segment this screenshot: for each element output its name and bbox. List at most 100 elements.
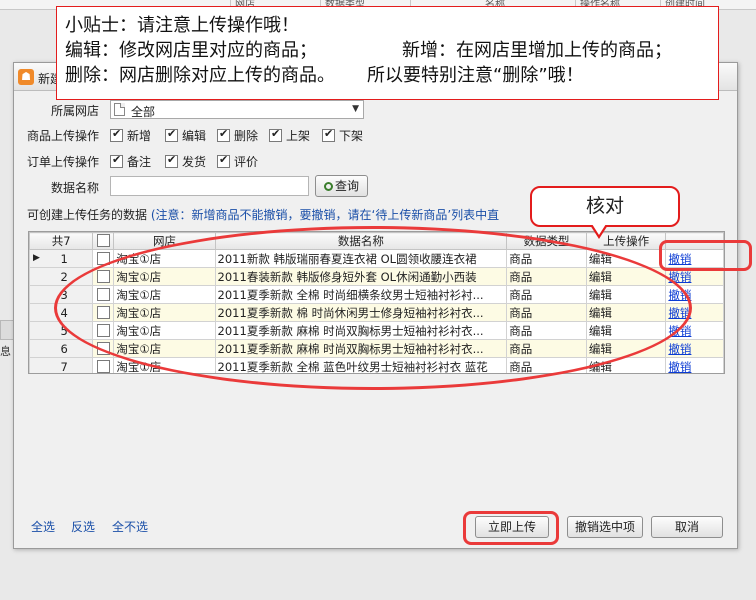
checkbox-icon: [217, 127, 230, 142]
cell-store: 淘宝①店: [113, 303, 216, 322]
cell-data-type: 商品: [506, 339, 587, 358]
cell-upload-op: 编辑: [585, 303, 667, 322]
header-store: 网店: [113, 232, 216, 250]
header-data-name: 数据名称: [214, 232, 508, 250]
row-pointer-icon: ▶: [33, 253, 40, 263]
search-icon: [323, 182, 333, 191]
table-row[interactable]: 5 淘宝①店 2011夏季新款 麻棉 时尚双胸标男士短袖衬衫衬衣... 商品 编…: [29, 321, 724, 340]
tip-line: 删除：网店删除对应上传的商品。: [65, 65, 335, 86]
table-row[interactable]: 4 淘宝①店 2011夏季新款 棉 时尚休闲男士修身短袖衬衫衬衣... 商品 编…: [29, 303, 724, 322]
store-label: 所属网店: [51, 104, 100, 118]
store-select[interactable]: 全部 ▼: [110, 100, 364, 119]
checkbox-icon: [269, 127, 282, 142]
revoke-link[interactable]: 撤销: [668, 342, 691, 356]
product-ops-label: 商品上传操作: [27, 129, 100, 143]
cell-data-name: 2011夏季新款 麻棉 时尚双胸标男士短袖衬衫衬衣...: [214, 339, 508, 358]
cell-store: 淘宝①店: [113, 321, 216, 340]
check-callout: 核对: [530, 186, 680, 227]
cell-data-name: 2011夏季新款 全棉 时尚细横条纹男士短袖衬衫衬...: [214, 285, 508, 304]
upload-now-button[interactable]: 立即上传: [475, 516, 549, 538]
cell-data-type: 商品: [506, 321, 587, 340]
row-checkbox[interactable]: [92, 321, 115, 340]
cell-action: 撤销: [665, 321, 724, 340]
header-data-type: 数据类型: [506, 232, 587, 250]
revoke-link[interactable]: 撤销: [668, 288, 691, 302]
cell-upload-op: 编辑: [585, 339, 667, 358]
cell-upload-op: 编辑: [585, 249, 667, 268]
checkbox-icon: [96, 269, 110, 283]
checkbox-ship[interactable]: 发货: [165, 153, 206, 170]
row-number: 7: [29, 357, 94, 373]
checkbox-delete[interactable]: 删除: [217, 127, 258, 144]
checkbox-icon: [96, 305, 110, 319]
tip-line: 新增：在网店里增加上传的商品；: [402, 40, 672, 61]
cell-store: 淘宝①店: [113, 339, 216, 358]
checkbox-icon: [217, 153, 230, 168]
select-none-link[interactable]: 全不选: [112, 518, 148, 535]
cancel-button[interactable]: 取消: [651, 516, 723, 538]
checkbox-delist[interactable]: 下架: [322, 127, 363, 144]
header-select-all[interactable]: [92, 232, 115, 250]
revoke-link[interactable]: 撤销: [668, 360, 691, 374]
revoke-link[interactable]: 撤销: [668, 306, 691, 320]
checkbox-list[interactable]: 上架: [269, 127, 310, 144]
revoke-link[interactable]: 撤销: [668, 324, 691, 338]
checkbox-icon: [165, 127, 178, 142]
tip-line: 编辑：修改网店里对应的商品；: [65, 40, 317, 61]
checkbox-add[interactable]: 新增: [110, 127, 151, 144]
upload-data-table: 共7 网店 数据名称 数据类型 上传操作 ▶ 1 淘宝①店 2011新款 韩版瑞丽…: [28, 231, 725, 374]
cancel-selected-button[interactable]: 撤销选中项: [567, 516, 643, 538]
row-number: 2: [29, 267, 94, 286]
name-label: 数据名称: [51, 181, 100, 195]
table-header-row: 共7 网店 数据名称 数据类型 上传操作: [29, 232, 724, 250]
checkbox-icon: [96, 359, 110, 373]
row-checkbox[interactable]: [92, 339, 115, 358]
checkbox-remark[interactable]: 备注: [110, 153, 151, 170]
cell-data-type: 商品: [506, 285, 587, 304]
checkbox-icon: [96, 341, 110, 355]
revoke-link[interactable]: 撤销: [668, 252, 691, 266]
tip-line: 小贴士：请注意上传操作哦！: [65, 15, 299, 36]
cell-store: 淘宝①店: [113, 249, 216, 268]
cell-action: 撤销: [665, 249, 724, 268]
cell-action: 撤销: [665, 303, 724, 322]
cell-store: 淘宝①店: [113, 357, 216, 373]
note-hint: (注意：新增商品不能撤销，要撤销，请在‘待上传新商品’列表中直: [150, 208, 500, 222]
checkbox-icon: [322, 127, 335, 142]
tip-line: 所以要特别注意“删除”哦！: [367, 65, 584, 86]
cell-data-name: 2011夏季新款 全棉 蓝色叶纹男士短袖衬衫衬衣 蓝花: [214, 357, 508, 373]
revoke-link[interactable]: 撤销: [668, 270, 691, 284]
table-row[interactable]: 7 淘宝①店 2011夏季新款 全棉 蓝色叶纹男士短袖衬衫衬衣 蓝花 商品 编辑…: [29, 357, 724, 374]
row-checkbox[interactable]: [92, 303, 115, 322]
cell-upload-op: 编辑: [585, 357, 667, 373]
cell-data-name: 2011新款 韩版瑞丽春夏连衣裙 OL圆领收腰连衣裙: [214, 249, 508, 268]
checkbox-edit[interactable]: 编辑: [165, 127, 206, 144]
checkbox-icon: [96, 287, 110, 301]
cell-data-name: 2011夏季新款 棉 时尚休闲男士修身短袖衬衫衬衣...: [214, 303, 508, 322]
cell-action: 撤销: [665, 267, 724, 286]
invert-selection-link[interactable]: 反选: [71, 518, 95, 535]
table-row[interactable]: 2 淘宝①店 2011春装新款 韩版修身短外套 OL休闲通勤小西装 商品 编辑 …: [29, 267, 724, 286]
table-row[interactable]: 6 淘宝①店 2011夏季新款 麻棉 时尚双胸标男士短袖衬衫衬衣... 商品 编…: [29, 339, 724, 358]
name-input[interactable]: [110, 176, 309, 196]
cell-data-type: 商品: [506, 357, 587, 373]
app-icon: ☗: [18, 69, 34, 85]
header-count: 共7: [29, 232, 94, 250]
row-checkbox[interactable]: [92, 267, 115, 286]
table-row[interactable]: 3 淘宝①店 2011夏季新款 全棉 时尚细横条纹男士短袖衬衫衬... 商品 编…: [29, 285, 724, 304]
select-all-link[interactable]: 全选: [31, 518, 55, 535]
cell-action: 撤销: [665, 339, 724, 358]
checkbox-review[interactable]: 评价: [217, 153, 258, 170]
checkbox-icon: [110, 153, 123, 168]
search-button[interactable]: 查询: [315, 175, 368, 197]
chevron-down-icon: ▼: [352, 104, 359, 114]
row-checkbox[interactable]: [92, 357, 115, 373]
cell-data-type: 商品: [506, 303, 587, 322]
row-checkbox[interactable]: [92, 285, 115, 304]
cell-data-type: 商品: [506, 267, 587, 286]
row-checkbox[interactable]: [92, 249, 115, 268]
bg-scroll-band: [0, 320, 14, 340]
table-row[interactable]: ▶ 1 淘宝①店 2011新款 韩版瑞丽春夏连衣裙 OL圆领收腰连衣裙 商品 编辑…: [29, 249, 724, 268]
checkbox-icon: [96, 251, 110, 265]
row-number: 5: [29, 321, 94, 340]
